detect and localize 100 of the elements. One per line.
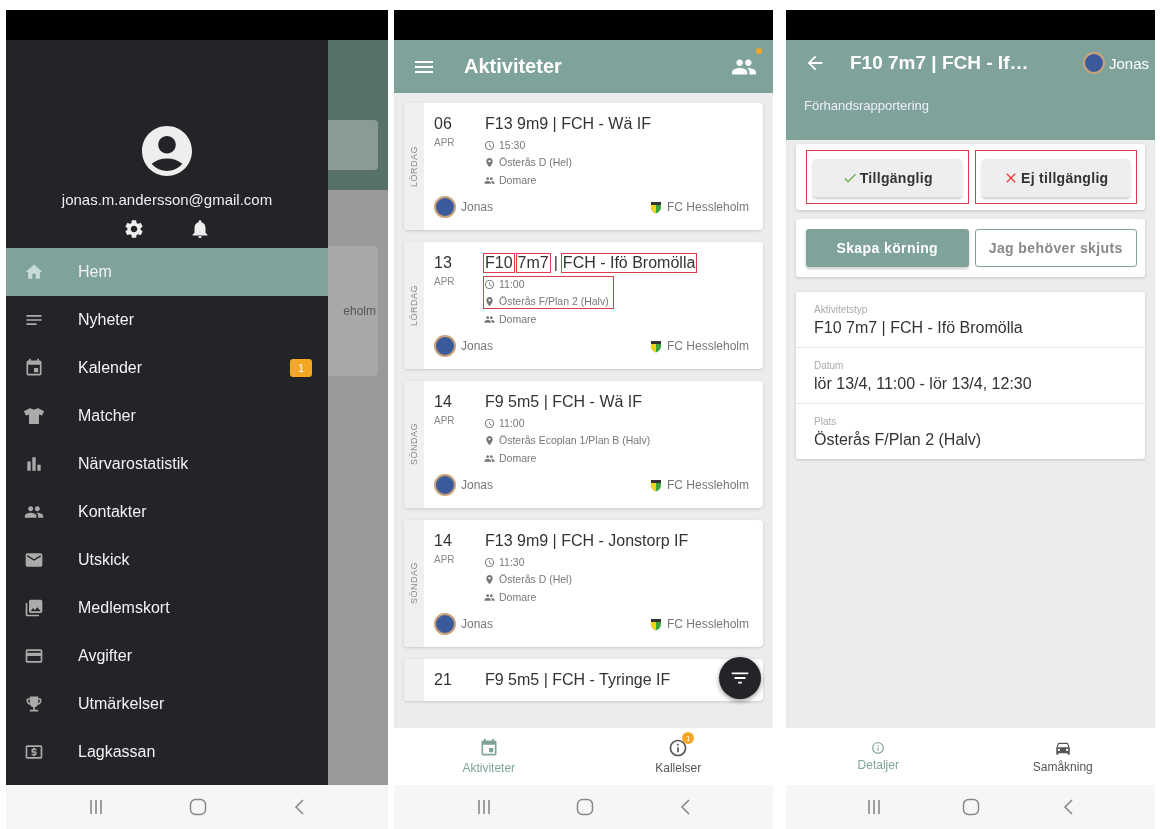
bottom-tab[interactable]: Samåkning: [970, 728, 1155, 785]
day-number: 14: [434, 393, 453, 411]
recent-apps-icon[interactable]: [476, 798, 491, 816]
month-label: APR: [434, 415, 456, 426]
weekday-label: SÖNDAG: [409, 423, 419, 466]
field-label: Aktivitetstyp: [814, 304, 869, 315]
bar-chart-icon: [24, 454, 44, 474]
screen-title: Aktiviteter: [464, 55, 563, 78]
info-icon: [668, 738, 689, 758]
player-name: Jonas: [461, 617, 494, 631]
activity-role: Domare: [499, 313, 537, 325]
activity-title: F13 9m9 | FCH - Jonstorp IF: [484, 532, 690, 550]
people-icon: [484, 313, 495, 325]
weekday-label: LÖRDAG: [409, 146, 419, 187]
activity-role: Domare: [499, 174, 537, 186]
people-icon: [484, 452, 495, 464]
menu-item[interactable]: Kontakter: [6, 488, 328, 536]
home-icon: [24, 262, 44, 282]
shield-icon: [649, 339, 662, 353]
field-value: F10 7m7 | FCH - Ifö Bromölla: [814, 319, 1024, 337]
home-icon[interactable]: [575, 798, 594, 816]
activity-role: Domare: [499, 452, 537, 464]
section-title: Förhandsrapportering: [804, 98, 931, 113]
calendar-icon: [24, 358, 44, 378]
activity-card[interactable]: SÖNDAG 14 APR F9 5m5 | FCH - Wä IF 11:00 Österås Ecoplan 1/Plan B (Halv) Domare Jonas FC Hessleholm: [404, 381, 763, 508]
back-icon[interactable]: [1062, 798, 1075, 816]
screen-title: F10 7m7 | FCH - If…: [850, 52, 1030, 74]
menu-label: Lagkassan: [78, 743, 157, 761]
avatar: [434, 613, 456, 635]
menu-item[interactable]: Lagkassan: [6, 728, 328, 776]
menu-item[interactable]: Matcher: [6, 392, 328, 440]
club-name: FC Hessleholm: [666, 200, 749, 214]
menu-label: Matcher: [78, 407, 137, 425]
month-label: APR: [434, 137, 456, 148]
home-icon[interactable]: [962, 798, 981, 816]
activity-title: F9 5m5 | FCH - Tyringe IF: [484, 671, 672, 689]
activity-card[interactable]: 21 F9 5m5 | FCH - Tyringe IF: [404, 659, 763, 701]
recent-apps-icon[interactable]: [866, 798, 881, 816]
menu-label: Medlemskort: [78, 599, 171, 617]
field-label: Plats: [814, 416, 838, 427]
activity-title: FCH - Ifö Bromölla: [561, 254, 697, 272]
day-number: 21: [434, 671, 453, 689]
menu-item[interactable]: Avgifter: [6, 632, 328, 680]
shield-icon: [649, 200, 662, 214]
money-icon: [24, 742, 44, 762]
people-icon: [484, 174, 495, 186]
weekday-label: SÖNDAG: [409, 562, 419, 605]
location-pin-icon: [484, 156, 495, 168]
activity-title: |: [552, 254, 559, 272]
menu-item[interactable]: Nyheter: [6, 296, 328, 344]
availability-button[interactable]: Tillgänglig: [813, 159, 962, 197]
player-name: Jonas: [461, 478, 494, 492]
activity-time: 11:00: [499, 417, 525, 429]
activity-time: 15:30: [499, 139, 526, 151]
menu-item[interactable]: Utmärkelser: [6, 680, 328, 728]
avatar: [434, 196, 456, 218]
activity-place: Österås D (Hel): [499, 573, 572, 585]
carpool-button[interactable]: Jag behöver skjuts: [974, 229, 1137, 267]
menu-item[interactable]: Medlemskort: [6, 584, 328, 632]
shield-icon: [649, 478, 662, 492]
month-label: APR: [434, 554, 456, 565]
back-icon[interactable]: [678, 798, 691, 816]
people-icon: [484, 591, 495, 603]
shield-icon: [649, 617, 662, 631]
count-badge: 1: [289, 359, 312, 377]
user-name: Jonas: [1108, 54, 1149, 72]
menu-item[interactable]: Närvarostatistik: [6, 440, 328, 488]
menu-label: Utskick: [78, 551, 131, 569]
weekday-label: LÖRDAG: [409, 285, 419, 326]
recent-apps-icon[interactable]: [89, 798, 103, 816]
pictures-icon: [24, 598, 44, 618]
location-pin-icon: [484, 295, 495, 307]
activity-title: 7m7: [516, 254, 550, 272]
availability-button[interactable]: Ej tillgänglig: [981, 159, 1130, 197]
day-number: 14: [434, 532, 453, 550]
activity-place: Österås F/Plan 2 (Halv): [499, 295, 609, 307]
menu-label: Kalender: [78, 359, 144, 377]
back-icon[interactable]: [293, 798, 305, 816]
clock-icon: [484, 417, 495, 429]
activity-place: Österås Ecoplan 1/Plan B (Halv): [499, 434, 651, 446]
field-value: Österås F/Plan 2 (Halv): [814, 431, 983, 449]
field-value: lör 13/4, 11:00 - lör 13/4, 12:30: [814, 375, 1033, 393]
club-name: FC Hessleholm: [666, 617, 749, 631]
settings-icon[interactable]: [123, 218, 145, 240]
menu-label: Kontakter: [78, 503, 148, 521]
day-number: 06: [434, 115, 453, 133]
club-name: FC Hessleholm: [666, 339, 749, 353]
activity-card[interactable]: SÖNDAG 14 APR F13 9m9 | FCH - Jonstorp IF 11:30 Österås D (Hel) Domare Jonas FC Hessleholm: [404, 520, 763, 647]
menu-label: Avgifter: [78, 647, 133, 665]
menu-item[interactable]: Utskick: [6, 536, 328, 584]
month-label: APR: [434, 276, 456, 287]
home-icon[interactable]: [189, 798, 207, 816]
activity-place: Österås D (Hel): [499, 156, 572, 168]
activity-title: F10: [484, 254, 514, 272]
activity-card[interactable]: LÖRDAG 13 APR F10 7m7 | FCH - Ifö Bromölla 11:00 Österås F/Plan 2 (Halv) Domare Jonas FC Hessleholm: [404, 242, 763, 369]
menu-item[interactable]: Kalender 1: [6, 344, 328, 392]
activity-time: 11:00: [499, 278, 525, 290]
avatar: [434, 474, 456, 496]
activity-card[interactable]: LÖRDAG 06 APR F13 9m9 | FCH - Wä IF 15:30 Österås D (Hel) Domare Jonas FC Hessleholm: [404, 103, 763, 230]
bottom-tab[interactable]: 1 Kallelser: [583, 728, 773, 785]
